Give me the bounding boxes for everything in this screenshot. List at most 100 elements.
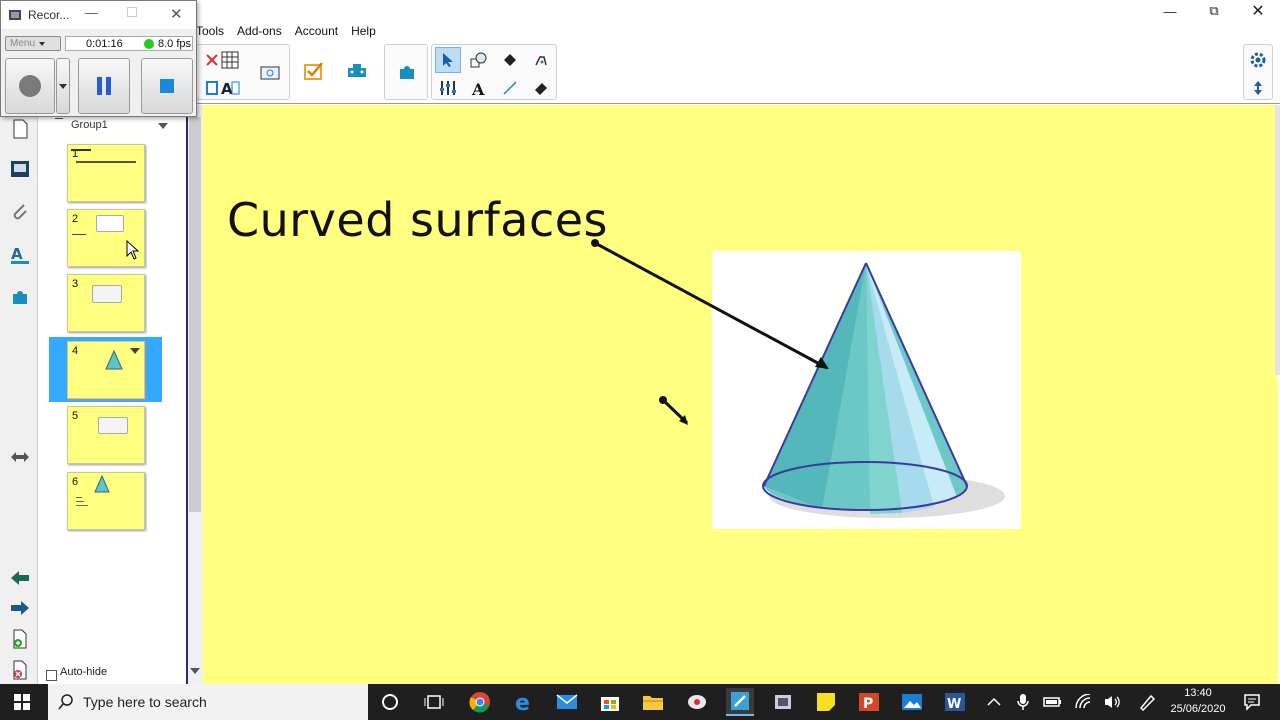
battery-icon[interactable]: [1039, 688, 1067, 716]
thumbnail-shape: [96, 215, 124, 232]
tray-overflow-chevron-icon[interactable]: [980, 688, 1008, 716]
crop-icon[interactable]: [199, 75, 225, 101]
search-icon: [58, 694, 73, 710]
annotation-arrow[interactable]: [203, 105, 1278, 685]
gear-icon[interactable]: [1245, 47, 1271, 73]
properties-icon[interactable]: A: [8, 242, 32, 266]
add-page-icon[interactable]: [8, 627, 32, 651]
stop-button[interactable]: [141, 58, 193, 114]
pen-workspace-icon[interactable]: [1133, 688, 1161, 716]
page-sorter-icon[interactable]: [8, 117, 32, 141]
scrollbar-thumb[interactable]: [189, 117, 201, 512]
volume-icon[interactable]: [1099, 688, 1127, 716]
wifi-icon[interactable]: [1070, 688, 1098, 716]
move-sidebar-icon[interactable]: [8, 445, 32, 469]
recorder-title-bar: Recor... — ✕: [1, 1, 196, 29]
task-view-icon[interactable]: [420, 688, 448, 716]
taskbar-search-box[interactable]: Type here to search: [48, 684, 368, 720]
menu-help[interactable]: Help: [351, 24, 376, 38]
clock-date[interactable]: 25/06/2020: [1164, 703, 1232, 715]
app-icon[interactable]: [683, 688, 711, 716]
whiteboard-app-icon[interactable]: [726, 688, 754, 716]
mail-icon[interactable]: [553, 688, 581, 716]
recorder-timer: 0:01:16: [86, 38, 123, 50]
autohide-checkbox[interactable]: [46, 670, 57, 681]
svg-text:W: W: [947, 697, 961, 712]
canvas-scrollbar[interactable]: [1275, 105, 1280, 375]
record-icon: [19, 75, 41, 97]
recorder-close-icon[interactable]: ✕: [170, 5, 183, 23]
recorder-minimize-icon[interactable]: —: [85, 5, 98, 20]
record-options-button[interactable]: [56, 58, 70, 114]
menu-add-ons[interactable]: Add-ons: [237, 24, 282, 38]
scroll-down-icon[interactable]: [190, 668, 200, 674]
next-page-icon[interactable]: [8, 596, 32, 620]
autohide-label: Auto-hide: [60, 666, 108, 678]
addons-puzzle-icon[interactable]: [8, 285, 32, 309]
store-icon[interactable]: [596, 688, 624, 716]
chevron-down-icon: [59, 83, 67, 89]
thumbnail-shape: [92, 285, 122, 303]
pen-cursor-icon: [659, 396, 689, 425]
cortana-icon[interactable]: [376, 688, 404, 716]
addon-puzzle-icon[interactable]: [394, 59, 420, 85]
word-icon[interactable]: W: [941, 688, 969, 716]
microphone-icon[interactable]: [1009, 688, 1037, 716]
eraser-tool-icon[interactable]: [528, 75, 554, 101]
text-tool-icon[interactable]: A: [465, 75, 491, 101]
recorder-info-box: 0:01:16 8.0 fps: [65, 36, 193, 51]
chrome-icon[interactable]: [466, 688, 494, 716]
notifications-icon[interactable]: [1238, 688, 1266, 716]
attachments-icon[interactable]: [8, 200, 32, 224]
gallery-icon[interactable]: [8, 157, 32, 181]
minimize-icon[interactable]: —: [1148, 0, 1192, 22]
restore-icon[interactable]: ⧉: [1192, 0, 1236, 22]
powerpoint-icon[interactable]: P: [855, 688, 883, 716]
page-thumbnail-3[interactable]: 3: [67, 274, 145, 332]
recorder-maximize-icon: [127, 7, 137, 17]
delete-page-icon[interactable]: [8, 658, 32, 682]
file-explorer-icon[interactable]: [639, 688, 667, 716]
fill-tool-icon[interactable]: [497, 47, 523, 73]
page-sorter-scrollbar[interactable]: [186, 105, 203, 685]
windows-start-icon[interactable]: [8, 688, 36, 716]
delete-icon[interactable]: [199, 47, 225, 73]
close-icon[interactable]: ✕: [1236, 0, 1280, 22]
svg-text:P: P: [863, 696, 873, 712]
taskbar: Type here to search e P W 13:40 25/06/20…: [0, 684, 1280, 720]
page-thumbnail-4[interactable]: 4: [67, 341, 145, 399]
activity-builder-icon[interactable]: [344, 58, 370, 84]
thumbnail-shape: [98, 417, 128, 434]
menu-account[interactable]: Account: [295, 24, 338, 38]
previous-page-icon[interactable]: [8, 566, 32, 590]
recorder-taskbar-icon[interactable]: [769, 688, 797, 716]
properties-tool-icon[interactable]: [435, 75, 461, 101]
mouse-cursor-icon: [126, 240, 140, 260]
sticky-notes-icon[interactable]: [812, 688, 840, 716]
line-tool-icon[interactable]: [497, 75, 523, 101]
pause-button[interactable]: [78, 58, 130, 114]
shapes-tool-icon[interactable]: [465, 47, 491, 73]
group-menu-chevron-icon[interactable]: [158, 123, 168, 129]
response-icon[interactable]: [300, 58, 326, 84]
page-thumbnail-6[interactable]: 6: [67, 472, 145, 530]
recorder-menu-label: Menu: [10, 38, 36, 49]
screen-shade-icon[interactable]: [257, 61, 283, 87]
record-button[interactable]: [5, 58, 55, 114]
collapse-group-icon[interactable]: [55, 118, 63, 119]
edge-icon[interactable]: e: [510, 688, 538, 716]
thumbnail-text-line: [71, 149, 91, 151]
page-thumbnail-1[interactable]: 1: [67, 144, 145, 202]
clock-time[interactable]: 13:40: [1168, 687, 1228, 699]
side-tab-strip: A: [0, 105, 38, 685]
photos-icon[interactable]: [898, 688, 926, 716]
menu-tools[interactable]: Tools: [196, 24, 224, 38]
toolbar-position-icon[interactable]: [1245, 75, 1271, 101]
select-tool-icon[interactable]: [435, 47, 461, 73]
page-menu-chevron-icon[interactable]: [130, 348, 140, 354]
page-thumbnail-5[interactable]: 5: [67, 406, 145, 464]
pen-tool-icon[interactable]: [528, 47, 554, 73]
slide-canvas[interactable]: Curved surfaces: [203, 105, 1278, 685]
recorder-menu-dropdown[interactable]: Menu: [5, 36, 61, 51]
thumbnail-text-line: [76, 497, 82, 498]
